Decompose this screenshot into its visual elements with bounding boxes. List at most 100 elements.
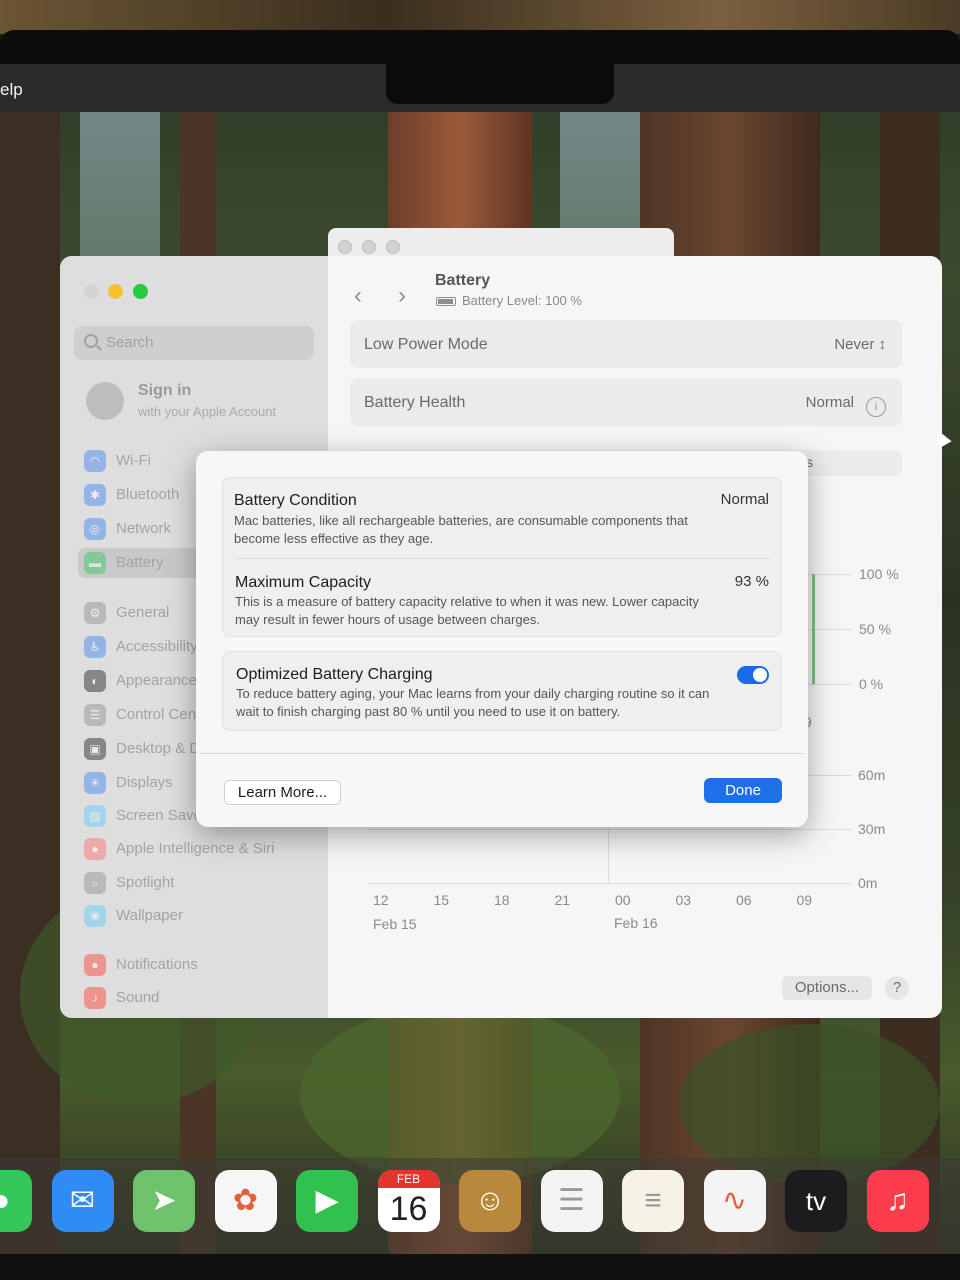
zoom-button[interactable]	[386, 240, 400, 254]
battery-health-card: Battery Condition Normal Mac batteries, …	[222, 477, 782, 637]
sidebar-item-spotlight[interactable]: ⌕ Spotlight	[78, 868, 318, 898]
usage-tick: 0m	[858, 875, 878, 891]
freeform-glyph: ∿	[721, 1184, 748, 1217]
help-button[interactable]: ?	[885, 976, 909, 1000]
avatar[interactable]	[86, 382, 124, 420]
signin-subtitle: with your Apple Account	[138, 404, 277, 419]
control-centre-icon: ☰	[84, 704, 106, 726]
calendar-icon[interactable]: FEB 16	[377, 1170, 440, 1232]
sidebar-item-sound[interactable]: ♪ Sound	[78, 983, 318, 1013]
x-tick: 06	[736, 892, 752, 908]
globe-icon: ◎	[84, 518, 106, 540]
reminders-icon[interactable]: ☰	[540, 1170, 603, 1232]
search-input[interactable]: Search	[74, 326, 314, 360]
battery-level-bar	[812, 574, 815, 684]
gear-icon: ⚙	[84, 602, 106, 624]
x-tick: 15	[433, 892, 450, 908]
maps-icon[interactable]: ➤	[133, 1170, 195, 1232]
battery-condition-value: Normal	[720, 491, 769, 508]
freeform-icon[interactable]: ∿	[703, 1170, 766, 1232]
close-button[interactable]	[84, 284, 99, 299]
zoom-button[interactable]	[133, 284, 148, 299]
wifi-icon: ◠	[84, 450, 106, 472]
battery-icon: ▬	[84, 552, 106, 574]
x-tick: 18	[494, 892, 510, 908]
level-tick: 50 %	[859, 621, 891, 637]
sidebar-item-label: Network	[116, 520, 172, 537]
gridline	[368, 829, 852, 830]
facetime-icon[interactable]: ▶	[296, 1170, 358, 1232]
mail-glyph: ✉	[69, 1184, 96, 1217]
camera-notch	[386, 56, 614, 104]
battery-health-value: Normal i	[806, 394, 886, 417]
sidebar-item-label: Displays	[116, 774, 173, 791]
music-glyph: ♫	[886, 1184, 909, 1217]
facetime-glyph: ▶	[315, 1184, 339, 1217]
appearance-icon: ◐	[84, 670, 106, 692]
done-button[interactable]: Done	[704, 778, 782, 803]
messages-icon[interactable]: ●	[0, 1170, 32, 1232]
date-label: Feb 16	[614, 915, 658, 931]
tv-label: tv	[805, 1186, 827, 1216]
calendar-day: 16	[389, 1190, 428, 1228]
search-icon	[84, 334, 98, 348]
x-tick: 00	[615, 892, 631, 908]
photos-glyph: ✿	[232, 1184, 259, 1217]
optimized-charging-card: Optimized Battery Charging To reduce bat…	[222, 651, 782, 731]
tv-icon[interactable]: tv	[785, 1170, 847, 1232]
spotlight-icon: ⌕	[84, 872, 106, 894]
level-tick: 100 %	[859, 566, 899, 582]
minimize-button[interactable]	[108, 284, 123, 299]
options-button[interactable]: Options...	[782, 976, 872, 1000]
sidebar-item-label: Sound	[116, 989, 160, 1006]
siri-icon: ●	[84, 838, 106, 860]
contacts-glyph: ☺	[474, 1184, 506, 1217]
sidebar-item-apple-intelligence-siri[interactable]: ● Apple Intelligence & Siri	[78, 834, 318, 864]
learn-more-button[interactable]: Learn More...	[224, 780, 341, 805]
sidebar-item-wallpaper[interactable]: ❀ Wallpaper	[78, 901, 318, 931]
battery-condition-title: Battery Condition	[234, 492, 357, 509]
battery-health-row[interactable]: Battery Health Normal i	[350, 378, 902, 426]
level-tick: 0 %	[859, 676, 884, 692]
page-title: Battery	[435, 272, 491, 289]
displays-icon: ☀	[84, 772, 106, 794]
sidebar-item-notifications[interactable]: ● Notifications	[78, 950, 318, 980]
music-icon[interactable]: ♫	[866, 1170, 929, 1232]
gridline	[368, 883, 852, 884]
sound-icon: ♪	[84, 987, 106, 1009]
background-shelf	[0, 0, 960, 34]
desktop-icon: ▣	[84, 738, 106, 760]
back-arrow-icon[interactable]: ‹	[354, 282, 362, 310]
wallpaper-foliage	[300, 1004, 620, 1184]
minimize-button[interactable]	[362, 240, 376, 254]
sidebar-item-label: Notifications	[116, 956, 198, 973]
x-tick: 03	[675, 892, 692, 908]
bluetooth-icon: ✱	[84, 484, 106, 506]
date-label: Feb 15	[373, 916, 417, 932]
forward-arrow-icon[interactable]: ›	[398, 282, 406, 310]
wallpaper-icon: ❀	[84, 905, 106, 927]
dock: ● ✉ ➤ ✿ ▶ FEB 16 ☺ ☰ ≡ ∿ tv ♫	[0, 1158, 960, 1254]
mail-icon[interactable]: ✉	[51, 1170, 114, 1232]
usage-tick: 30m	[858, 821, 886, 837]
low-power-mode-row[interactable]: Low Power Mode Never ↕	[350, 320, 902, 368]
notes-glyph: ≡	[644, 1184, 662, 1217]
menu-help[interactable]: elp	[0, 80, 23, 100]
info-icon[interactable]: i	[866, 397, 886, 417]
divider	[200, 753, 804, 754]
sidebar-item-label: Appearance	[116, 672, 197, 689]
sidebar-item-label: General	[116, 604, 170, 621]
wallpaper-tree	[0, 64, 60, 1254]
close-button[interactable]	[338, 240, 352, 254]
signin-title[interactable]: Sign in	[138, 382, 191, 400]
contacts-icon[interactable]: ☺	[459, 1170, 521, 1232]
optimized-charging-toggle[interactable]	[737, 666, 769, 684]
battery-level: Battery Level: 100 %	[462, 293, 582, 308]
notes-icon[interactable]: ≡	[622, 1170, 684, 1232]
photos-icon[interactable]: ✿	[214, 1170, 277, 1232]
low-power-mode-select[interactable]: Never ↕	[834, 336, 886, 353]
accessibility-icon: ♿	[84, 636, 106, 658]
sidebar-item-label: Bluetooth	[116, 486, 180, 503]
low-power-mode-label: Low Power Mode	[364, 336, 488, 353]
sidebar-item-label: Battery	[116, 554, 164, 571]
